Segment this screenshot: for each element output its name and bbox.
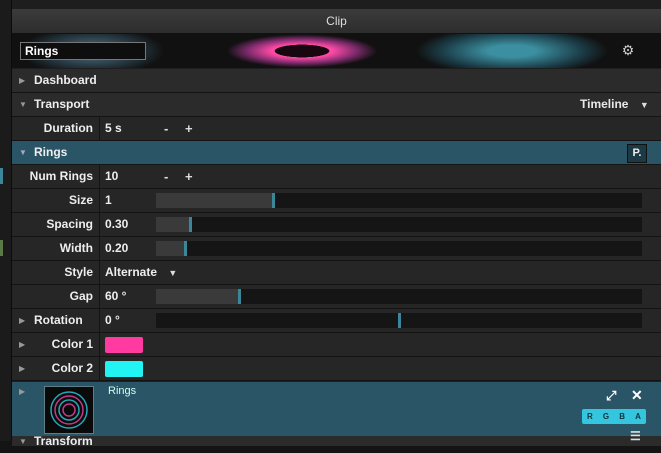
gap-slider[interactable] — [156, 289, 642, 304]
width-label: Width — [59, 241, 93, 255]
gap-row: Gap 60 ° — [12, 285, 661, 309]
rings-section[interactable]: ▼ Rings P. — [12, 141, 661, 165]
divider — [99, 237, 100, 260]
transport-section[interactable]: ▼ Transport Timeline ▼ — [12, 93, 661, 117]
style-label: Style — [64, 265, 93, 279]
size-row: Size 1 — [12, 189, 661, 213]
num-rings-minus-button[interactable]: - — [164, 165, 168, 188]
slider-fill — [156, 241, 185, 256]
size-value[interactable]: 1 — [105, 189, 112, 212]
dashboard-section[interactable]: ▶ Dashboard — [12, 69, 661, 93]
collapse-triangle-icon[interactable]: ▼ — [19, 430, 27, 453]
divider — [99, 117, 100, 140]
collapse-triangle-icon[interactable]: ▼ — [19, 93, 27, 116]
slider-handle[interactable] — [184, 241, 187, 256]
strip-marker — [0, 240, 3, 256]
style-dropdown[interactable]: Alternate ▼ — [105, 261, 177, 285]
divider — [99, 333, 100, 356]
spacing-slider[interactable] — [156, 217, 642, 232]
expand-triangle-icon[interactable]: ▶ — [19, 309, 25, 332]
spacing-label: Spacing — [46, 217, 93, 231]
size-slider[interactable] — [156, 193, 642, 208]
divider — [99, 261, 100, 284]
channel-r[interactable]: R — [587, 412, 593, 421]
expand-triangle-icon[interactable]: ▶ — [19, 384, 25, 400]
spacing-row: Spacing 0.30 — [12, 213, 661, 237]
transport-label: Transport — [34, 97, 90, 111]
collapse-triangle-icon[interactable]: ▼ — [19, 141, 27, 164]
effect-name: Rings — [108, 385, 137, 397]
style-value: Alternate — [105, 265, 158, 279]
expand-icon[interactable]: ⤢ — [606, 388, 616, 404]
rotation-value[interactable]: 0 ° — [105, 309, 120, 332]
divider — [99, 213, 100, 236]
rotation-row: ▶ Rotation 0 ° — [12, 309, 661, 333]
duration-minus-button[interactable]: - — [164, 117, 168, 140]
duration-row: Duration 5 s - + — [12, 117, 661, 141]
style-row: Style Alternate ▼ — [12, 261, 661, 285]
width-slider[interactable] — [156, 241, 642, 256]
slider-fill — [156, 217, 190, 232]
gear-icon[interactable]: ⚙ — [620, 42, 636, 58]
clip-panel: Clip ⚙ ▶ Dashboard ▼ Transport Timeline … — [12, 0, 661, 448]
num-rings-label: Num Rings — [29, 169, 93, 183]
color2-label: Color 2 — [51, 361, 93, 375]
divider — [99, 309, 100, 332]
color2-row: ▶ Color 2 — [12, 357, 661, 381]
color2-swatch[interactable] — [105, 361, 143, 377]
close-icon[interactable]: ✕ — [631, 387, 643, 404]
transform-label: Transform — [34, 434, 93, 448]
slider-handle[interactable] — [272, 193, 275, 208]
width-value[interactable]: 0.20 — [105, 237, 128, 260]
rotation-slider[interactable] — [156, 313, 642, 328]
channel-g[interactable]: G — [603, 412, 609, 421]
color1-row: ▶ Color 1 — [12, 333, 661, 357]
transform-section[interactable]: ▼ Transform ☰ — [12, 429, 661, 448]
clip-name-input[interactable] — [20, 42, 146, 60]
panel-title: Clip — [326, 14, 347, 28]
color1-swatch[interactable] — [105, 337, 143, 353]
num-rings-row: Num Rings 10 - + — [12, 165, 661, 189]
divider — [99, 357, 100, 380]
slider-fill — [156, 289, 239, 304]
chevron-down-icon: ▼ — [639, 100, 649, 110]
transport-mode-dropdown[interactable]: Timeline ▼ — [580, 93, 649, 117]
channel-b[interactable]: B — [619, 412, 625, 421]
slider-handle[interactable] — [398, 313, 401, 328]
transport-mode-value: Timeline — [580, 97, 629, 111]
spacing-value[interactable]: 0.30 — [105, 213, 128, 236]
panel-title-bar: Clip — [12, 9, 661, 34]
clip-preview: ⚙ — [12, 34, 661, 68]
slider-handle[interactable] — [238, 289, 241, 304]
strip-marker — [0, 168, 3, 184]
num-rings-value[interactable]: 10 — [105, 165, 118, 188]
size-label: Size — [68, 193, 93, 207]
duration-value[interactable]: 5 s — [105, 117, 122, 140]
effect-block: ▶ Rings ⤢ ✕ R G B A — [12, 382, 661, 436]
divider — [99, 189, 100, 212]
param-button[interactable]: P. — [627, 144, 647, 163]
left-side-strip — [0, 0, 12, 441]
channel-a[interactable]: A — [635, 412, 641, 421]
duration-plus-button[interactable]: + — [185, 117, 193, 140]
duration-label: Duration — [43, 121, 93, 135]
width-row: Width 0.20 — [12, 237, 661, 261]
effect-thumbnail — [44, 386, 94, 434]
rotation-label: Rotation — [34, 313, 83, 327]
color1-label: Color 1 — [51, 337, 93, 351]
expand-triangle-icon[interactable]: ▶ — [19, 69, 25, 92]
gap-value[interactable]: 60 ° — [105, 285, 126, 308]
divider — [99, 285, 100, 308]
dashboard-label: Dashboard — [34, 73, 97, 87]
rgba-channel-toggle[interactable]: R G B A — [582, 409, 646, 424]
chevron-down-icon: ▼ — [168, 268, 178, 278]
divider — [99, 165, 100, 188]
num-rings-plus-button[interactable]: + — [185, 165, 193, 188]
slider-fill — [156, 193, 273, 208]
rings-section-label: Rings — [34, 145, 68, 159]
gap-label: Gap — [69, 289, 93, 303]
slider-handle[interactable] — [189, 217, 192, 232]
